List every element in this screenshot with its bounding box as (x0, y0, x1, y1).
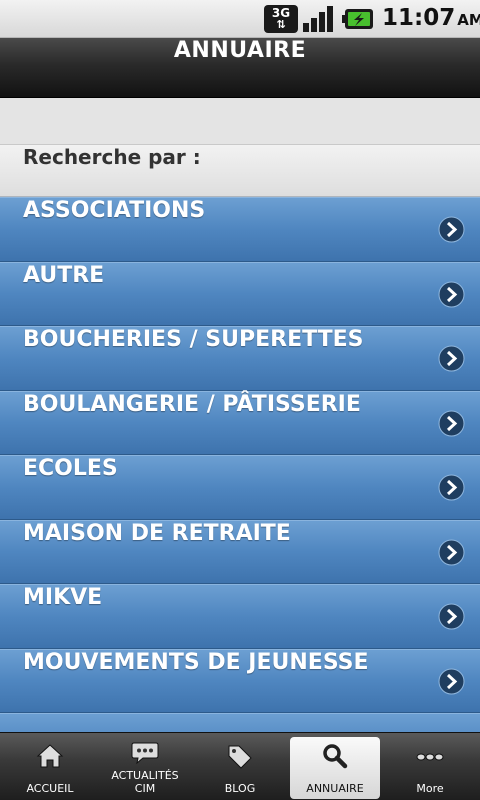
search-icon (323, 744, 348, 769)
chevron-right-icon (438, 410, 465, 436)
tab-more[interactable]: More (385, 737, 475, 799)
list-item-label: AUTRE (23, 262, 105, 288)
tab-actualites-cim[interactable]: ACTUALITÉS CIM (100, 737, 190, 799)
list-item-label: MAISON DE RETRAITE (23, 520, 291, 546)
spacer-band (0, 98, 480, 145)
list-item-boucheries[interactable]: BOUCHERIES / SUPERETTES (0, 326, 480, 391)
list-item-mikve[interactable]: MIKVE (0, 584, 480, 649)
signal-strength-icon (303, 6, 333, 32)
battery-charging-icon (342, 9, 373, 29)
list-item-label: MOUVEMENTS DE JEUNESSE (23, 649, 369, 675)
chevron-right-icon (438, 539, 465, 565)
tab-label: ANNUAIRE (306, 782, 364, 795)
home-icon (36, 744, 64, 768)
status-bar: 3G ⇅ 11:07 AM (0, 0, 480, 38)
clock-time: 11:07 (382, 5, 456, 31)
tab-blog[interactable]: BLOG (195, 737, 285, 799)
list-item-label: BOUCHERIES / SUPERETTES (23, 327, 364, 352)
chevron-right-icon (438, 281, 465, 307)
chevron-right-icon (438, 216, 465, 243)
list-item-label: BOULANGERIE / PÂTISSERIE (23, 391, 361, 417)
bottom-tab-bar: ACCUEIL ACTUALITÉS CIM BLOG ANNUAIRE Mor… (0, 732, 480, 800)
chevron-right-icon (438, 668, 465, 694)
list-item-label: ECOLES (23, 456, 118, 481)
chat-bubble-icon (131, 742, 159, 765)
list-item-maison-de-retraite[interactable]: MAISON DE RETRAITE (0, 519, 480, 584)
list-item-ecoles[interactable]: ECOLES (0, 455, 480, 520)
chevron-right-icon (438, 345, 465, 372)
section-header: Recherche par : (0, 145, 480, 197)
list-item-partial[interactable] (0, 713, 480, 732)
list-item-label: ASSOCIATIONS (23, 198, 206, 223)
tab-label: More (416, 782, 444, 795)
list-item-boulangerie[interactable]: BOULANGERIE / PÂTISSERIE (0, 390, 480, 455)
more-icon (416, 753, 444, 761)
list-item-label: MIKVE (23, 585, 103, 610)
list-item-mouvements-de-jeunesse[interactable]: MOUVEMENTS DE JEUNESSE (0, 648, 480, 713)
list-item-autre[interactable]: AUTRE (0, 261, 480, 326)
chevron-right-icon (438, 603, 465, 630)
category-list[interactable]: ASSOCIATIONS AUTRE BOUCHERIES / SUPERETT… (0, 197, 480, 732)
tab-annuaire[interactable]: ANNUAIRE (290, 737, 380, 799)
list-item-associations[interactable]: ASSOCIATIONS (0, 197, 480, 262)
tab-label: ACCUEIL (26, 782, 74, 795)
clock: 11:07 AM (382, 5, 480, 33)
tab-label: BLOG (224, 782, 256, 795)
tab-label: ACTUALITÉS CIM (111, 769, 179, 795)
network-3g-icon: 3G ⇅ (264, 5, 298, 33)
chevron-right-icon (438, 474, 465, 501)
page-title: ANNUAIRE (0, 38, 480, 98)
tag-icon (228, 745, 252, 769)
tab-accueil[interactable]: ACCUEIL (5, 737, 95, 799)
clock-ampm: AM (457, 11, 480, 29)
